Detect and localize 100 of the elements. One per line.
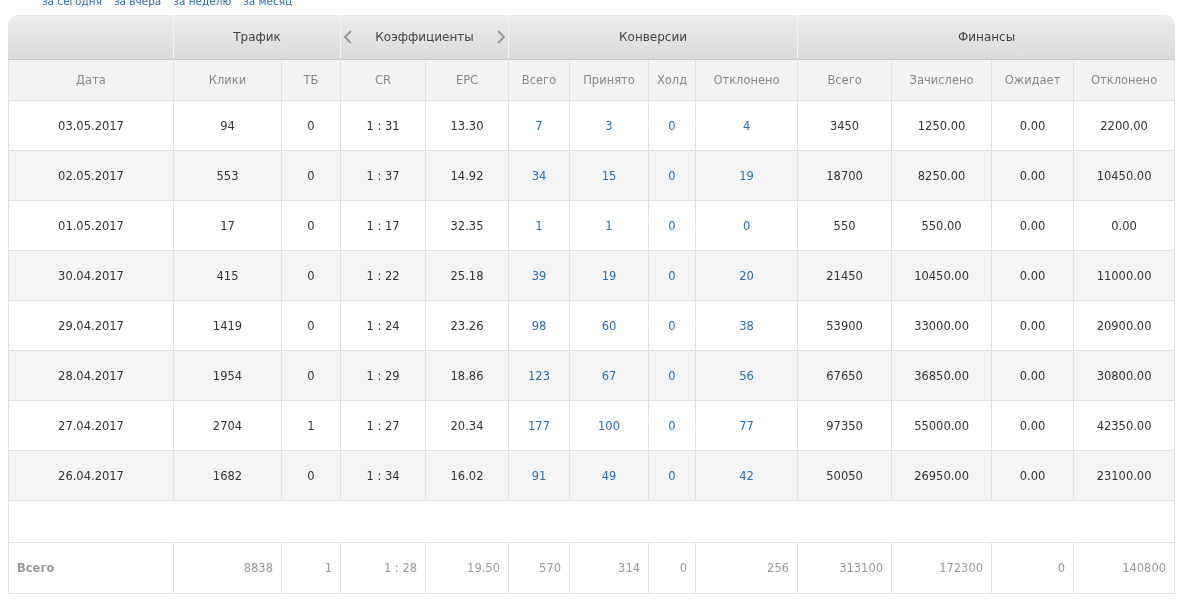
- table-cell: 550.00: [891, 201, 992, 251]
- table-cell: 36850.00: [891, 351, 992, 401]
- column-header: Всего: [797, 60, 892, 101]
- table-cell: 32.35: [425, 201, 508, 251]
- count-link[interactable]: 123: [528, 368, 550, 383]
- count-link[interactable]: 0: [668, 218, 676, 233]
- count-link[interactable]: 67: [601, 368, 617, 383]
- table-cell: 20.34: [425, 401, 508, 451]
- period-link[interactable]: за неделю: [173, 0, 232, 15]
- table-cell: 3450: [797, 101, 892, 151]
- table-cell: 30.04.2017: [8, 251, 173, 301]
- total-cell: 256: [695, 543, 798, 594]
- table-cell: 0.00: [1073, 201, 1176, 251]
- count-link[interactable]: 91: [531, 468, 547, 483]
- chevron-left-icon[interactable]: [343, 30, 354, 44]
- table-cell: 1250.00: [891, 101, 992, 151]
- count-link[interactable]: 19: [601, 268, 617, 283]
- count-link[interactable]: 0: [668, 468, 676, 483]
- table-cell: 0: [281, 101, 340, 151]
- count-link[interactable]: 100: [598, 418, 620, 433]
- table-cell: 17: [173, 201, 281, 251]
- count-link[interactable]: 0: [668, 368, 676, 383]
- count-link[interactable]: 0: [668, 418, 676, 433]
- count-link[interactable]: 1: [535, 218, 543, 233]
- column-header: Зачислено: [891, 60, 992, 101]
- table-cell: 0.00: [991, 251, 1074, 301]
- table-cell: 55000.00: [891, 401, 992, 451]
- table-cell: 1 : 31: [340, 101, 425, 151]
- table-cell: 553: [173, 151, 281, 201]
- group-title: Трафик: [233, 30, 281, 44]
- table-cell: 10450.00: [1073, 151, 1176, 201]
- table-cell: 21450: [797, 251, 892, 301]
- count-link[interactable]: 0: [668, 318, 676, 333]
- count-link[interactable]: 77: [739, 418, 754, 433]
- table-cell: 50050: [797, 451, 892, 501]
- table-cell: 0: [281, 351, 340, 401]
- column-header: Принято: [569, 60, 648, 101]
- count-link[interactable]: 34: [531, 168, 547, 183]
- table-cell: 30800.00: [1073, 351, 1176, 401]
- count-link[interactable]: 0: [668, 268, 676, 283]
- table-cell: 1 : 17: [340, 201, 425, 251]
- count-link[interactable]: 38: [739, 318, 754, 333]
- table-cell: 23100.00: [1073, 451, 1176, 501]
- count-link[interactable]: 56: [739, 368, 754, 383]
- count-link[interactable]: 19: [739, 168, 754, 183]
- count-link[interactable]: 177: [528, 418, 550, 433]
- total-cell: 0: [648, 543, 695, 594]
- total-cell: 313100: [797, 543, 892, 594]
- table-cell: 23.26: [425, 301, 508, 351]
- period-link[interactable]: за сегодня: [42, 0, 102, 15]
- table-cell: 0.00: [991, 101, 1074, 151]
- total-cell: 19.50: [425, 543, 508, 594]
- table-cell: 0: [281, 251, 340, 301]
- count-link[interactable]: 15: [601, 168, 617, 183]
- total-cell: 570: [508, 543, 569, 594]
- table-cell: 1 : 24: [340, 301, 425, 351]
- table-cell: 1 : 29: [340, 351, 425, 401]
- column-header: CR: [340, 60, 425, 101]
- table-cell: 29.04.2017: [8, 301, 173, 351]
- chevron-right-icon[interactable]: [495, 30, 506, 44]
- count-link[interactable]: 60: [601, 318, 617, 333]
- column-header: Клики: [173, 60, 281, 101]
- table-cell: 550: [797, 201, 892, 251]
- count-link[interactable]: 3: [605, 118, 613, 133]
- column-header: Отклонено: [695, 60, 798, 101]
- table-cell: 1682: [173, 451, 281, 501]
- count-link[interactable]: 49: [601, 468, 617, 483]
- table-cell: 11000.00: [1073, 251, 1176, 301]
- table-cell: 53900: [797, 301, 892, 351]
- count-link[interactable]: 0: [742, 218, 751, 233]
- count-link[interactable]: 1: [605, 218, 613, 233]
- table-cell: 1: [281, 401, 340, 451]
- column-header: ТБ: [281, 60, 340, 101]
- table-cell: 20900.00: [1073, 301, 1176, 351]
- table-cell: 33000.00: [891, 301, 992, 351]
- total-cell: 8838: [173, 543, 281, 594]
- count-link[interactable]: 7: [535, 118, 543, 133]
- count-link[interactable]: 39: [531, 268, 547, 283]
- count-link[interactable]: 4: [742, 118, 751, 133]
- count-link[interactable]: 42: [739, 468, 754, 483]
- table-cell: 2200.00: [1073, 101, 1176, 151]
- table-cell: 25.18: [425, 251, 508, 301]
- count-link[interactable]: 20: [739, 268, 754, 283]
- table-cell: 0.00: [991, 351, 1074, 401]
- column-header: EPC: [425, 60, 508, 101]
- column-header: Холд: [648, 60, 695, 101]
- total-label: Всего: [8, 543, 173, 594]
- period-link[interactable]: за месяц: [243, 0, 293, 15]
- count-link[interactable]: 0: [668, 118, 676, 133]
- column-header: Дата: [8, 60, 173, 101]
- count-link[interactable]: 98: [531, 318, 547, 333]
- total-cell: 140800: [1073, 543, 1176, 594]
- table-cell: 97350: [797, 401, 892, 451]
- table-cell: 0.00: [991, 201, 1074, 251]
- table-cell: 01.05.2017: [8, 201, 173, 251]
- table-cell: 1954: [173, 351, 281, 401]
- count-link[interactable]: 0: [668, 168, 676, 183]
- table-cell: 28.04.2017: [8, 351, 173, 401]
- table-cell: 67650: [797, 351, 892, 401]
- table-cell: 1 : 22: [340, 251, 425, 301]
